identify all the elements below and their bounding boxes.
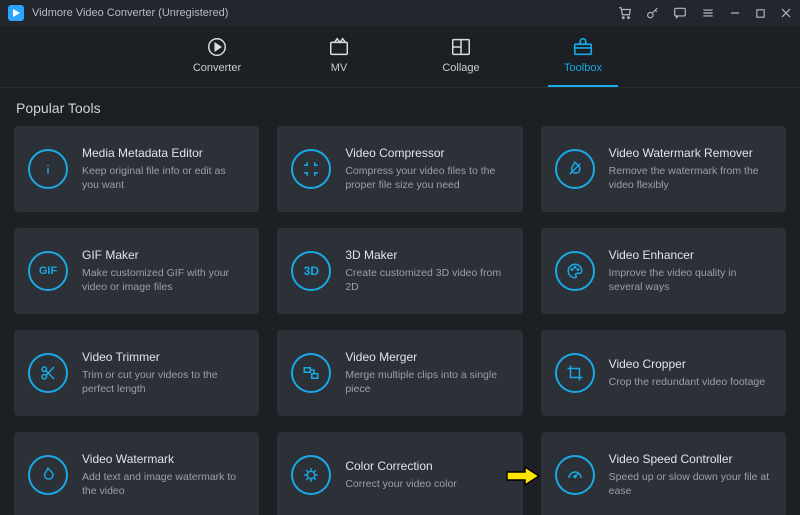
tool-gif-maker[interactable]: GIF GIF Maker Make customized GIF with y… [14, 228, 259, 314]
merge-icon [291, 353, 331, 393]
tool-desc: Correct your video color [345, 477, 456, 491]
gif-icon: GIF [28, 251, 68, 291]
tool-color-correction[interactable]: Color Correction Correct your video colo… [277, 432, 522, 515]
tool-desc: Speed up or slow down your file at ease [609, 470, 772, 498]
tool-desc: Compress your video files to the proper … [345, 164, 508, 192]
tool-3d-maker[interactable]: 3D 3D Maker Create customized 3D video f… [277, 228, 522, 314]
titlebar: Vidmore Video Converter (Unregistered) [0, 0, 800, 26]
section-title: Popular Tools [16, 100, 786, 116]
tab-label: Converter [193, 62, 241, 74]
tool-desc: Remove the watermark from the video flex… [609, 164, 772, 192]
watermark-icon [28, 455, 68, 495]
converter-icon [206, 36, 228, 58]
tool-title: Media Metadata Editor [82, 146, 245, 160]
tool-desc: Make customized GIF with your video or i… [82, 266, 245, 294]
threed-icon: 3D [291, 251, 331, 291]
tool-title: GIF Maker [82, 248, 245, 262]
maximize-button[interactable] [755, 8, 766, 19]
tool-title: Video Speed Controller [609, 452, 772, 466]
watermark-remove-icon [555, 149, 595, 189]
tool-desc: Create customized 3D video from 2D [345, 266, 508, 294]
tool-desc: Keep original file info or edit as you w… [82, 164, 245, 192]
window-title: Vidmore Video Converter (Unregistered) [32, 7, 228, 19]
tool-video-watermark-remover[interactable]: Video Watermark Remover Remove the water… [541, 126, 786, 212]
tool-media-metadata-editor[interactable]: Media Metadata Editor Keep original file… [14, 126, 259, 212]
tools-grid: Media Metadata Editor Keep original file… [14, 126, 786, 515]
tool-title: Video Watermark [82, 452, 245, 466]
tool-title: Video Watermark Remover [609, 146, 772, 160]
tab-toolbox[interactable]: Toolbox [548, 32, 618, 87]
close-button[interactable] [780, 7, 792, 19]
tool-title: Video Enhancer [609, 248, 772, 262]
tool-video-merger[interactable]: Video Merger Merge multiple clips into a… [277, 330, 522, 416]
tool-video-enhancer[interactable]: Video Enhancer Improve the video quality… [541, 228, 786, 314]
window-controls [618, 6, 792, 20]
tool-title: Video Merger [345, 350, 508, 364]
main-tabs: Converter MV Collage Toolbox [0, 26, 800, 88]
tool-desc: Improve the video quality in several way… [609, 266, 772, 294]
tool-video-compressor[interactable]: Video Compressor Compress your video fil… [277, 126, 522, 212]
cart-icon[interactable] [618, 6, 632, 20]
tool-desc: Merge multiple clips into a single piece [345, 368, 508, 396]
tool-desc: Trim or cut your videos to the perfect l… [82, 368, 245, 396]
menu-icon[interactable] [701, 6, 715, 20]
tab-collage[interactable]: Collage [426, 32, 496, 87]
info-icon [28, 149, 68, 189]
mv-icon [328, 36, 350, 58]
compress-icon [291, 149, 331, 189]
tool-desc: Crop the redundant video footage [609, 375, 765, 389]
gauge-icon [555, 455, 595, 495]
tab-label: MV [331, 62, 348, 74]
tool-video-watermark[interactable]: Video Watermark Add text and image water… [14, 432, 259, 515]
tool-title: Color Correction [345, 459, 456, 473]
crop-icon [555, 353, 595, 393]
tab-mv[interactable]: MV [304, 32, 374, 87]
tool-video-trimmer[interactable]: Video Trimmer Trim or cut your videos to… [14, 330, 259, 416]
color-icon [291, 455, 331, 495]
tool-video-speed-controller[interactable]: Video Speed Controller Speed up or slow … [541, 432, 786, 515]
tab-converter[interactable]: Converter [182, 32, 252, 87]
palette-icon [555, 251, 595, 291]
tab-label: Toolbox [564, 62, 602, 74]
app-logo [8, 5, 24, 21]
tool-desc: Add text and image watermark to the vide… [82, 470, 245, 498]
tab-label: Collage [442, 62, 479, 74]
collage-icon [450, 36, 472, 58]
scissors-icon [28, 353, 68, 393]
toolbox-icon [572, 36, 594, 58]
content-area: Popular Tools Media Metadata Editor Keep… [0, 88, 800, 515]
tool-video-cropper[interactable]: Video Cropper Crop the redundant video f… [541, 330, 786, 416]
tool-title: Video Compressor [345, 146, 508, 160]
tool-title: Video Cropper [609, 357, 765, 371]
minimize-button[interactable] [729, 7, 741, 19]
tool-title: 3D Maker [345, 248, 508, 262]
tool-title: Video Trimmer [82, 350, 245, 364]
key-icon[interactable] [646, 7, 659, 20]
feedback-icon[interactable] [673, 6, 687, 20]
